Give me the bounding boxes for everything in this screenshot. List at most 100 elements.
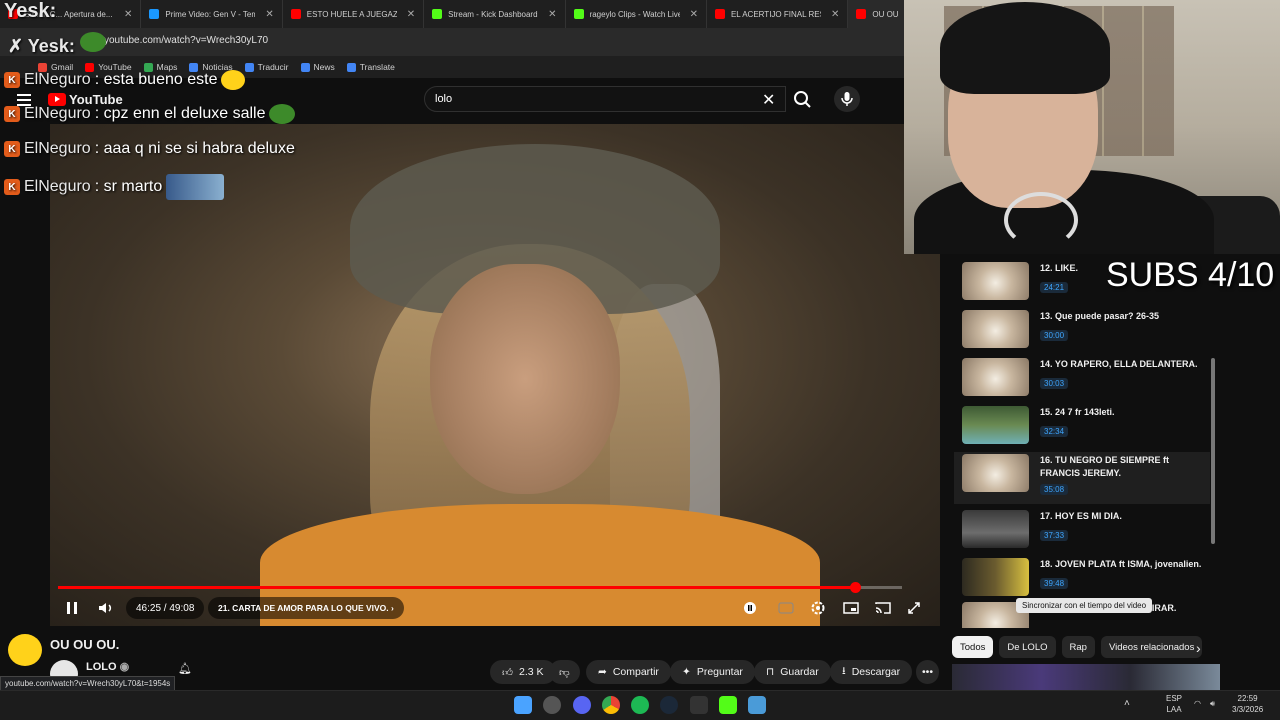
save-button[interactable]: ⊓ Guardar [754,660,831,684]
bookmark-label: Traducir [257,62,289,72]
chapter-button[interactable]: 21. CARTA DE AMOR PARA LO QUE VIVO. › [208,597,404,619]
browser-tab[interactable]: EL ACERTIJO FINAL RESUE ✕ [707,0,849,28]
chat-text: : sr marto [94,178,163,195]
settings-app-icon[interactable] [543,696,561,714]
pause-icon [67,602,77,614]
chips-next-icon[interactable]: › [1196,640,1201,656]
search-input[interactable]: lolo [424,86,786,112]
playlist-item[interactable]: 14. YO RAPERO, ELLA DELANTERA. 30:03 [962,356,1212,400]
volume-icon [99,603,112,613]
autoplay-toggle[interactable] [742,600,758,616]
close-tab-icon[interactable]: ✕ [265,9,273,20]
related-thumbnails-strip[interactable] [952,664,1220,690]
download-icon: ⭳ [842,665,846,677]
ask-label: Preguntar [696,666,743,678]
kick-badge-icon: K [4,72,20,88]
miniplayer-button[interactable] [842,600,860,616]
windows-start-icon[interactable] [514,696,532,714]
chat-username: ElNeguro [24,71,91,88]
kick-icon[interactable] [719,696,737,714]
kick-badge-icon: K [4,106,20,122]
bookmark-icon: ⊓ [766,666,775,678]
playlist-item[interactable]: 17. HOY ES MI DIA. 37:33 [962,508,1212,552]
playlist-thumbnail [962,558,1029,596]
chat-message: K ElNeguro: sr marto [4,174,225,200]
settings-button[interactable] [808,600,828,616]
webcam-overlay [904,0,1280,254]
image-emote-icon [166,174,225,200]
close-tab-icon[interactable]: ✕ [831,9,839,20]
wifi-icon[interactable]: ◠ [1194,698,1201,709]
browser-tab[interactable]: rageylo Clips - Watch Live ✕ [566,0,707,28]
dislike-button[interactable]: 👎︎ [549,660,580,684]
browser-tab[interactable]: Prime Video: Gen V - Tem ✕ [141,0,283,28]
browser-tab[interactable]: Stream - Kick Dashboard ✕ [424,0,566,28]
voice-search-button[interactable] [834,86,860,112]
subtitles-button[interactable] [776,600,796,616]
clear-search-icon[interactable]: ✕ [762,90,775,110]
notepad-icon[interactable] [748,696,766,714]
filter-chip[interactable]: De LOLO [999,636,1056,658]
url-text[interactable]: youtube.com/watch?v=Wrech30yL70 [104,35,268,46]
ask-button[interactable]: ✦ Preguntar [670,660,755,684]
spotify-icon[interactable] [631,696,649,714]
playlist-scrollbar[interactable] [1211,358,1215,544]
bookmark-item[interactable]: Traducir [244,62,289,72]
like-button[interactable]: 👍︎ 2.3 K [490,660,556,684]
browser-tab[interactable]: ESTO HUELE A JUEGAZO ✕ [283,0,425,28]
play-pause-button[interactable] [60,600,84,616]
close-tab-icon[interactable]: ✕ [690,9,698,20]
cast-button[interactable] [874,600,892,616]
gear-icon [811,601,825,615]
emote-icon [221,70,246,90]
time-display: 46:25 / 49:08 [126,597,205,619]
chrome-icon[interactable] [602,696,620,714]
filter-chip[interactable]: Todos [952,636,994,658]
chat-text: : esta bueno este [94,71,218,88]
search-button[interactable] [788,86,818,112]
language-indicator[interactable]: ESP LAA [1166,693,1182,715]
kick-badge-icon: K [4,179,20,195]
chevron-right-icon: › [391,603,394,613]
tab-title: ESTO HUELE A JUEGAZO [306,9,397,19]
epic-games-icon[interactable] [690,696,708,714]
tray-chevron-up-icon[interactable]: ˄ [1124,698,1130,709]
webcam-beanie [940,2,1110,94]
close-tab-icon[interactable]: ✕ [407,9,415,20]
download-button[interactable]: ⭳ Descargar [830,660,913,684]
close-tab-icon[interactable]: ✕ [124,9,132,20]
channel-name[interactable]: LOLO ◉ [86,660,129,673]
channel-name-text: LOLO [86,661,117,673]
share-button[interactable]: ➦ Compartir [586,660,671,684]
bookmark-item[interactable]: Translate [346,62,395,72]
more-actions-button[interactable]: ••• [916,660,940,684]
notification-bell-icon[interactable]: 🔔︎ [178,662,192,675]
close-tab-icon[interactable]: ✕ [548,9,556,20]
language-top: ESP [1166,694,1183,703]
playlist-item[interactable]: 16. TU NEGRO DE SIEMPRE ft FRANCIS JEREM… [954,452,1210,504]
sync-tooltip: Sincronizar con el tiempo del video [1016,598,1153,613]
steam-icon[interactable] [660,696,678,714]
clock-time: 22:59 [1237,694,1258,703]
autoplay-icon [744,602,756,614]
playlist-item[interactable]: 15. 24 7 fr 143leti. 32:34 [962,404,1212,448]
overlay-brand-top: Yesk: [4,0,57,22]
verified-icon: ◉ [119,661,130,673]
playlist-item[interactable]: 13. Que puede pasar? 26-35 30:00 [962,308,1212,352]
volume-button[interactable] [96,600,118,616]
tab-title: EL ACERTIJO FINAL RESUE [730,9,821,19]
bookmark-favicon-icon [346,62,356,72]
playlist-item-duration: 39:48 [1040,578,1069,589]
bookmark-item[interactable]: News [300,62,335,72]
save-label: Guardar [780,666,819,678]
tab-title: OU OU [872,9,899,19]
bookmark-label: Translate [359,62,395,72]
clock[interactable]: 22:59 3/3/2026 [1232,693,1263,715]
filter-chip[interactable]: Videos relacionados [1100,636,1203,658]
fullscreen-button[interactable] [906,600,922,616]
miniplayer-icon [843,602,859,614]
playlist-item[interactable]: 18. JOVEN PLATA ft ISMA, jovenalien. 39:4… [962,556,1212,600]
discord-icon[interactable] [573,696,591,714]
filter-chip[interactable]: Rap [1061,636,1095,658]
volume-tray-icon[interactable]: 🔊︎ [1210,698,1215,709]
